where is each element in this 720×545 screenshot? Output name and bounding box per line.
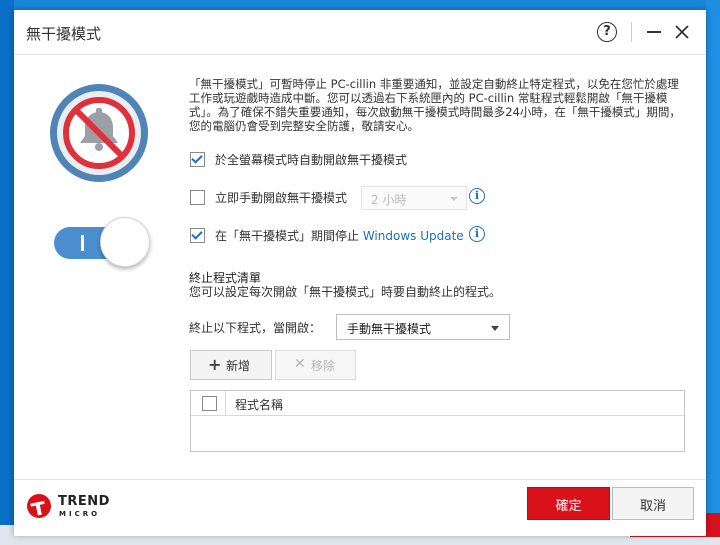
ok-label: 確定 <box>555 499 582 514</box>
minimize-button[interactable] <box>647 31 661 33</box>
close-icon[interactable] <box>673 23 691 41</box>
program-list-table: 程式名稱 <box>190 390 685 452</box>
terminate-when-label: 終止以下程式，當開啟： <box>189 321 322 335</box>
terminate-when-select[interactable]: 手動無干擾模式 <box>336 314 510 340</box>
ok-button[interactable]: 確定 <box>527 487 610 520</box>
duration-value: 2 小時 <box>371 193 407 207</box>
stop-windows-update-checkbox[interactable] <box>190 228 205 243</box>
brand-subtitle: MICRO <box>59 510 101 518</box>
windows-update-text: Windows Update <box>362 229 464 243</box>
toggle-knob <box>100 217 150 267</box>
plus-icon: + <box>208 355 222 374</box>
termination-list-description: 您可以設定每次開啟「無干擾模式」時要自動終止的程式。 <box>189 285 502 299</box>
desktop-background-left <box>0 0 14 545</box>
muted-bell-icon <box>50 84 148 182</box>
cancel-button[interactable]: 取消 <box>612 487 694 520</box>
title-bar: 無干擾模式 ? <box>14 10 706 55</box>
help-button[interactable]: ? <box>597 22 617 42</box>
terminate-when-value: 手動無干擾模式 <box>347 322 432 336</box>
x-icon: ✕ <box>294 356 306 372</box>
remove-program-label: 移除 <box>311 359 336 373</box>
desktop-background-right <box>706 0 720 545</box>
trend-micro-logo-icon <box>27 494 51 518</box>
trend-micro-logo: TREND MICRO <box>26 493 116 525</box>
auto-fullscreen-checkbox[interactable] <box>190 152 205 167</box>
remove-program-button[interactable]: ✕ 移除 <box>275 350 356 380</box>
column-divider <box>225 391 226 415</box>
chevron-down-icon <box>491 326 499 331</box>
dialog-title: 無干擾模式 <box>26 25 102 43</box>
info-icon[interactable]: i <box>469 226 485 242</box>
chevron-down-icon <box>450 197 458 201</box>
intro-description: 「無干擾模式」可暫時停止 PC-cillin 非重要通知，並設定自動終止特定程式… <box>189 77 681 133</box>
do-not-disturb-toggle[interactable] <box>54 217 150 269</box>
help-icon: ? <box>603 24 611 39</box>
info-icon[interactable]: i <box>469 188 485 204</box>
cancel-label: 取消 <box>639 499 666 514</box>
brand-name: TREND <box>58 494 110 509</box>
select-all-checkbox[interactable] <box>202 396 217 411</box>
manual-enable-label: 立即手動開啟無干擾模式 <box>215 191 348 205</box>
manual-enable-checkbox[interactable] <box>190 190 205 205</box>
column-program-name[interactable]: 程式名稱 <box>235 396 283 413</box>
toggle-on-indicator <box>81 235 84 251</box>
stop-windows-update-label: 在「無干擾模式」期間停止 Windows Update <box>215 229 464 243</box>
auto-fullscreen-label: 於全螢幕模式時自動開啟無干擾模式 <box>215 153 408 167</box>
title-bar-divider <box>631 22 632 42</box>
add-program-button[interactable]: + 新增 <box>190 350 272 380</box>
duration-select: 2 小時 <box>361 186 467 210</box>
add-program-label: 新增 <box>226 359 251 373</box>
table-header: 程式名稱 <box>191 391 684 416</box>
do-not-disturb-dialog: 無干擾模式 ? 「無干擾模式」可暫時停止 PC-cillin 非重要通知，並設定… <box>14 10 706 536</box>
